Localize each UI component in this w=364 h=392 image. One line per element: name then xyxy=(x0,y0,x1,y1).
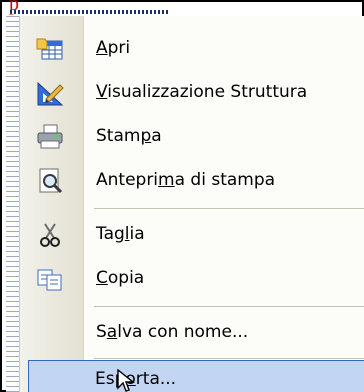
context-menu: Apri Visualizzazione Struttura Stampa An… xyxy=(6,16,364,392)
menu-item-apri[interactable]: Apri xyxy=(6,28,364,70)
menu-item-taglia[interactable]: Taglia xyxy=(6,214,364,256)
menu-item-label: Apri xyxy=(96,38,131,58)
menu-item-salva-con-nome[interactable]: Salva con nome... xyxy=(6,312,364,354)
menu-item-label: Visualizzazione Struttura xyxy=(96,82,308,102)
menu-item-label: Copia xyxy=(96,268,145,288)
menu-item-esporta[interactable]: Esporta... xyxy=(28,360,364,392)
menu-item-label: Anteprima di stampa xyxy=(96,170,276,190)
copy-icon xyxy=(36,265,64,293)
printer-icon xyxy=(36,123,64,151)
print-preview-icon xyxy=(36,167,64,195)
design-view-icon xyxy=(36,79,64,107)
open-table-icon xyxy=(36,35,64,63)
scissors-icon xyxy=(36,221,64,249)
menu-item-visualizzazione-struttura[interactable]: Visualizzazione Struttura xyxy=(6,72,364,114)
menu-separator xyxy=(94,358,364,359)
menu-item-anteprima-di-stampa[interactable]: Anteprima di stampa xyxy=(6,160,364,202)
screenshot-frame: p Apri Visualizzazione Struttura Stampa … xyxy=(0,0,364,392)
menu-separator xyxy=(94,208,364,209)
menu-item-label: Taglia xyxy=(96,224,145,244)
menu-item-label: Salva con nome... xyxy=(96,322,249,342)
menu-item-stampa[interactable]: Stampa xyxy=(6,116,364,158)
mouse-pointer-icon xyxy=(117,368,137,392)
menu-item-label: Stampa xyxy=(96,126,162,146)
menu-item-copia[interactable]: Copia xyxy=(6,258,364,300)
menu-separator xyxy=(94,306,364,307)
selection-dotted-strip xyxy=(10,10,170,14)
